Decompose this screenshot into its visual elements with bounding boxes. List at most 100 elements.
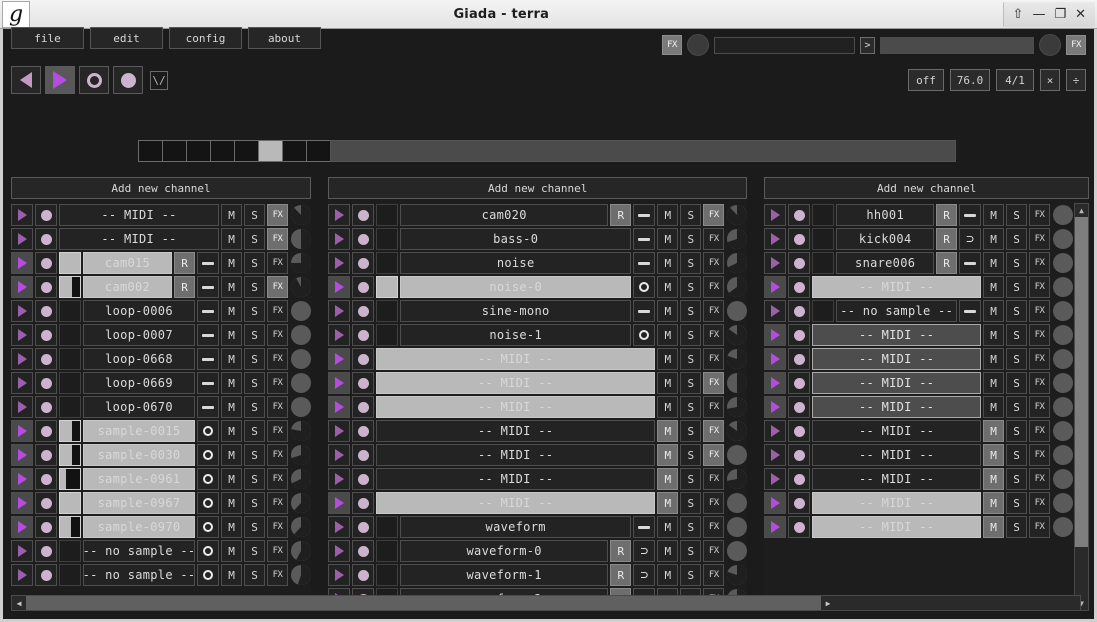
channel-name-button[interactable]: -- MIDI --	[812, 492, 981, 514]
channel-volume-knob[interactable]	[291, 397, 311, 417]
channel-mute-button[interactable]: M	[221, 516, 242, 538]
mode-oneshot-icon[interactable]	[633, 228, 655, 250]
channel-volume-knob[interactable]	[1053, 229, 1073, 249]
channel-arm-button[interactable]	[352, 276, 374, 298]
mode-oneshot-icon[interactable]	[959, 252, 981, 274]
channel-solo-button[interactable]: S	[1006, 204, 1027, 226]
channel-name-button[interactable]: waveform-1	[400, 564, 608, 586]
channel-arm-button[interactable]	[35, 204, 57, 226]
channel-volume-knob[interactable]	[727, 493, 747, 513]
channel-mute-button[interactable]: M	[221, 396, 242, 418]
channel-play-button[interactable]	[11, 300, 33, 322]
mode-loop-icon[interactable]	[633, 324, 655, 346]
channel-play-button[interactable]	[764, 516, 786, 538]
channel-volume-knob[interactable]	[727, 325, 747, 345]
mode-loop-repeat-icon[interactable]: ⊃	[633, 540, 655, 562]
channel-status-bar[interactable]	[59, 300, 81, 322]
channel-arm-button[interactable]	[35, 468, 57, 490]
channel-row[interactable]: waveformMSFX	[328, 515, 747, 539]
channel-play-button[interactable]	[328, 372, 350, 394]
maximize-icon[interactable]: ❐	[1054, 8, 1066, 21]
channel-status-bar[interactable]	[59, 516, 81, 538]
horizontal-scrollbar[interactable]: ◀ ▶	[11, 595, 1081, 611]
channel-mute-button[interactable]: M	[983, 372, 1004, 394]
add-new-channel-button[interactable]: Add new channel	[11, 177, 311, 199]
channel-fx-button[interactable]: FX	[703, 492, 724, 514]
mode-oneshot-icon[interactable]	[197, 396, 219, 418]
channel-name-button[interactable]: sample-0015	[83, 420, 195, 442]
channel-volume-knob[interactable]	[727, 373, 747, 393]
vertical-scrollbar[interactable]: ▲▼	[1074, 203, 1089, 611]
channel-solo-button[interactable]: S	[244, 252, 265, 274]
mode-oneshot-icon[interactable]	[197, 300, 219, 322]
channel-fx-button[interactable]: FX	[703, 204, 724, 226]
channel-row[interactable]: sample-0970MSFX	[11, 515, 311, 539]
channel-status-bar[interactable]	[59, 420, 81, 442]
channel-play-button[interactable]	[764, 348, 786, 370]
rewind-button[interactable]	[11, 66, 41, 94]
channel-solo-button[interactable]: S	[244, 468, 265, 490]
channel-mute-button[interactable]: M	[221, 276, 242, 298]
channel-name-button[interactable]: -- no sample --	[836, 300, 957, 322]
channel-fx-button[interactable]: FX	[1029, 444, 1050, 466]
channel-name-button[interactable]: noise	[400, 252, 631, 274]
channel-mute-button[interactable]: M	[657, 204, 678, 226]
channel-mute-button[interactable]: M	[983, 204, 1004, 226]
channel-arm-button[interactable]	[788, 324, 810, 346]
channel-solo-button[interactable]: S	[1006, 276, 1027, 298]
mode-oneshot-icon[interactable]	[633, 252, 655, 274]
metronome-button[interactable]: \/	[150, 71, 168, 90]
channel-fx-button[interactable]: FX	[703, 372, 724, 394]
channel-arm-button[interactable]	[352, 228, 374, 250]
channel-fx-button[interactable]: FX	[703, 444, 724, 466]
beat-cell[interactable]	[306, 140, 331, 162]
channel-fx-button[interactable]: FX	[267, 468, 288, 490]
channel-solo-button[interactable]: S	[1006, 300, 1027, 322]
channel-row[interactable]: -- MIDI --MSFX	[764, 275, 1073, 299]
channel-fx-button[interactable]: FX	[267, 564, 288, 586]
channel-name-button[interactable]: -- MIDI --	[59, 228, 219, 250]
channel-mute-button[interactable]: M	[221, 204, 242, 226]
channel-mute-button[interactable]: M	[983, 348, 1004, 370]
mode-loop-icon[interactable]	[197, 540, 219, 562]
channel-mute-button[interactable]: M	[221, 300, 242, 322]
channel-fx-button[interactable]: FX	[703, 324, 724, 346]
channel-fx-button[interactable]: FX	[267, 516, 288, 538]
channel-solo-button[interactable]: S	[680, 564, 701, 586]
channel-name-button[interactable]: loop-0006	[83, 300, 195, 322]
channel-arm-button[interactable]	[35, 540, 57, 562]
channel-solo-button[interactable]: S	[244, 204, 265, 226]
channel-play-button[interactable]	[11, 348, 33, 370]
channel-arm-button[interactable]	[788, 204, 810, 226]
channel-status-bar[interactable]	[59, 252, 81, 274]
channel-status-bar[interactable]	[376, 228, 398, 250]
channel-mute-button[interactable]: M	[657, 420, 678, 442]
channel-fx-button[interactable]: FX	[703, 276, 724, 298]
channel-mute-button[interactable]: M	[657, 444, 678, 466]
channel-name-button[interactable]: -- MIDI --	[812, 468, 981, 490]
channel-solo-button[interactable]: S	[680, 300, 701, 322]
channel-status-bar[interactable]	[376, 204, 398, 226]
channel-volume-knob[interactable]	[727, 253, 747, 273]
channel-row[interactable]: -- MIDI --MSFX	[764, 443, 1073, 467]
channel-fx-button[interactable]: FX	[1029, 276, 1050, 298]
channel-readactions-button[interactable]: R	[174, 276, 195, 298]
add-new-channel-button[interactable]: Add new channel	[764, 177, 1089, 199]
channel-arm-button[interactable]	[352, 420, 374, 442]
channel-mute-button[interactable]: M	[657, 300, 678, 322]
channel-row[interactable]: -- MIDI --MSFX	[764, 491, 1073, 515]
mode-oneshot-icon[interactable]	[633, 516, 655, 538]
channel-play-button[interactable]	[11, 492, 33, 514]
channel-arm-button[interactable]	[352, 348, 374, 370]
channel-status-bar[interactable]	[59, 396, 81, 418]
channel-mute-button[interactable]: M	[983, 324, 1004, 346]
channel-volume-knob[interactable]	[291, 517, 311, 537]
channel-arm-button[interactable]	[35, 324, 57, 346]
channel-mute-button[interactable]: M	[221, 468, 242, 490]
channel-name-button[interactable]: -- no sample --	[83, 564, 195, 586]
channel-row[interactable]: -- MIDI --MSFX	[764, 347, 1073, 371]
channel-solo-button[interactable]: S	[680, 540, 701, 562]
channel-status-bar[interactable]	[59, 324, 81, 346]
channel-play-button[interactable]	[328, 324, 350, 346]
mode-loop-icon[interactable]	[197, 564, 219, 586]
